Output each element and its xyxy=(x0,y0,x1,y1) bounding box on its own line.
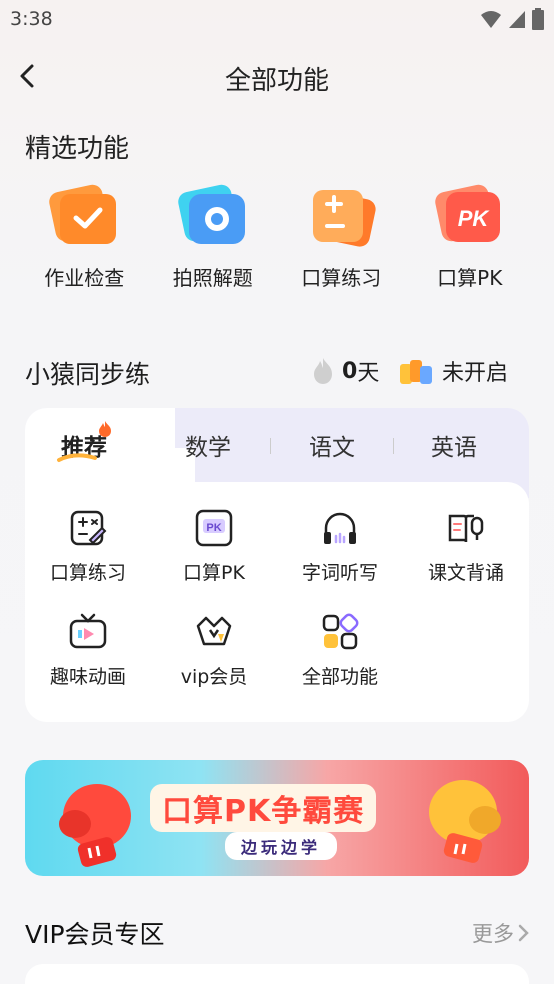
vip-section-title: VIP会员专区 xyxy=(25,920,165,949)
page-title: 全部功能 xyxy=(224,66,329,96)
sync-section-title: 小猿同步练 xyxy=(25,360,151,389)
svg-text:PK: PK xyxy=(457,206,490,231)
feature-photo-solve[interactable]: 拍照解题 xyxy=(149,182,278,302)
streak-unit: 天 xyxy=(357,361,380,386)
boxing-glove-right-icon xyxy=(429,780,501,863)
grid-item-label: vip会员 xyxy=(180,666,248,688)
sync-status-text: 未开启 xyxy=(442,361,509,386)
feature-calc-pk[interactable]: PK 口算PK xyxy=(406,182,535,302)
status-bar: 3:38 xyxy=(0,0,554,38)
grid-item-label: 趣味动画 xyxy=(49,666,126,688)
calc-practice-icon xyxy=(313,190,376,247)
grid-item-dictation[interactable]: 字词听写 xyxy=(277,508,403,585)
tab-underline-icon xyxy=(57,453,97,462)
sync-status[interactable]: 未开启 xyxy=(398,355,508,387)
grid-item-label: 口算PK xyxy=(183,562,245,584)
banner-subtitle: 边玩边学 xyxy=(225,832,338,860)
grid-item-label: 全部功能 xyxy=(301,666,378,688)
boxing-glove-left-icon xyxy=(59,784,131,867)
svg-text:PK: PK xyxy=(206,522,221,534)
streak-indicator: 0天 xyxy=(310,355,379,387)
vip-crown-icon xyxy=(196,616,232,646)
book-mic-icon xyxy=(448,514,484,543)
featured-row: 作业检查 拍照解题 口算练习 PK 口算PK xyxy=(20,182,534,302)
calc-icon xyxy=(70,510,107,546)
grid-item-calc-practice[interactable]: 口算练习 xyxy=(25,508,151,585)
feature-label: 拍照解题 xyxy=(172,266,253,290)
feature-calc-practice[interactable]: 口算练习 xyxy=(277,182,406,302)
pk-icon: PK xyxy=(435,184,500,242)
feature-label: 口算PK xyxy=(437,266,503,290)
grid-item-all-features[interactable]: 全部功能 xyxy=(277,612,403,689)
tab-divider xyxy=(393,438,394,454)
camera-icon xyxy=(178,184,245,244)
grid-item-vip[interactable]: vip会员 xyxy=(151,612,277,689)
battery-icon xyxy=(532,8,544,30)
banner-title: 口算PK争霸赛 xyxy=(150,784,377,832)
flame-icon xyxy=(314,358,332,384)
grid-item-recitation[interactable]: 课文背诵 xyxy=(403,508,529,585)
homework-check-icon xyxy=(49,184,117,244)
tab-chinese[interactable]: 语文 xyxy=(309,428,355,462)
headphones-icon xyxy=(324,512,356,544)
status-icons xyxy=(480,8,544,30)
all-apps-icon xyxy=(322,613,359,650)
pk-icon: PK xyxy=(195,509,233,547)
tab-divider xyxy=(270,438,271,454)
number-blocks-icon xyxy=(400,360,432,384)
more-label: 更多 xyxy=(472,922,514,946)
feature-homework-check[interactable]: 作业检查 xyxy=(20,182,149,302)
feature-label: 口算练习 xyxy=(301,266,382,290)
top-bar: 全部功能 xyxy=(0,52,554,100)
featured-section-title: 精选功能 xyxy=(25,134,130,164)
tab-english[interactable]: 英语 xyxy=(431,428,477,462)
status-time: 3:38 xyxy=(10,8,53,30)
feature-label: 作业检查 xyxy=(44,266,125,290)
practice-card: 推荐 数学 语文 英语 口算练习 PK 口算PK 字词听写 课文背诵 趣味动画 … xyxy=(25,408,529,722)
grid-item-calc-pk[interactable]: PK 口算PK xyxy=(151,508,277,585)
wifi-icon xyxy=(481,11,501,28)
chevron-right-icon xyxy=(518,924,529,942)
grid-item-label: 口算练习 xyxy=(49,562,126,584)
tab-math[interactable]: 数学 xyxy=(185,428,231,462)
vip-card xyxy=(25,964,529,984)
tv-play-icon xyxy=(69,613,107,649)
streak-value: 0 xyxy=(342,358,358,384)
grid-item-label: 课文背诵 xyxy=(427,562,504,584)
grid-item-label: 字词听写 xyxy=(301,562,378,584)
grid-item-animation[interactable]: 趣味动画 xyxy=(25,612,151,689)
vip-more-button[interactable]: 更多 xyxy=(472,918,530,948)
pk-contest-banner[interactable]: 口算PK争霸赛 边玩边学 xyxy=(25,760,529,876)
signal-icon xyxy=(509,11,525,28)
